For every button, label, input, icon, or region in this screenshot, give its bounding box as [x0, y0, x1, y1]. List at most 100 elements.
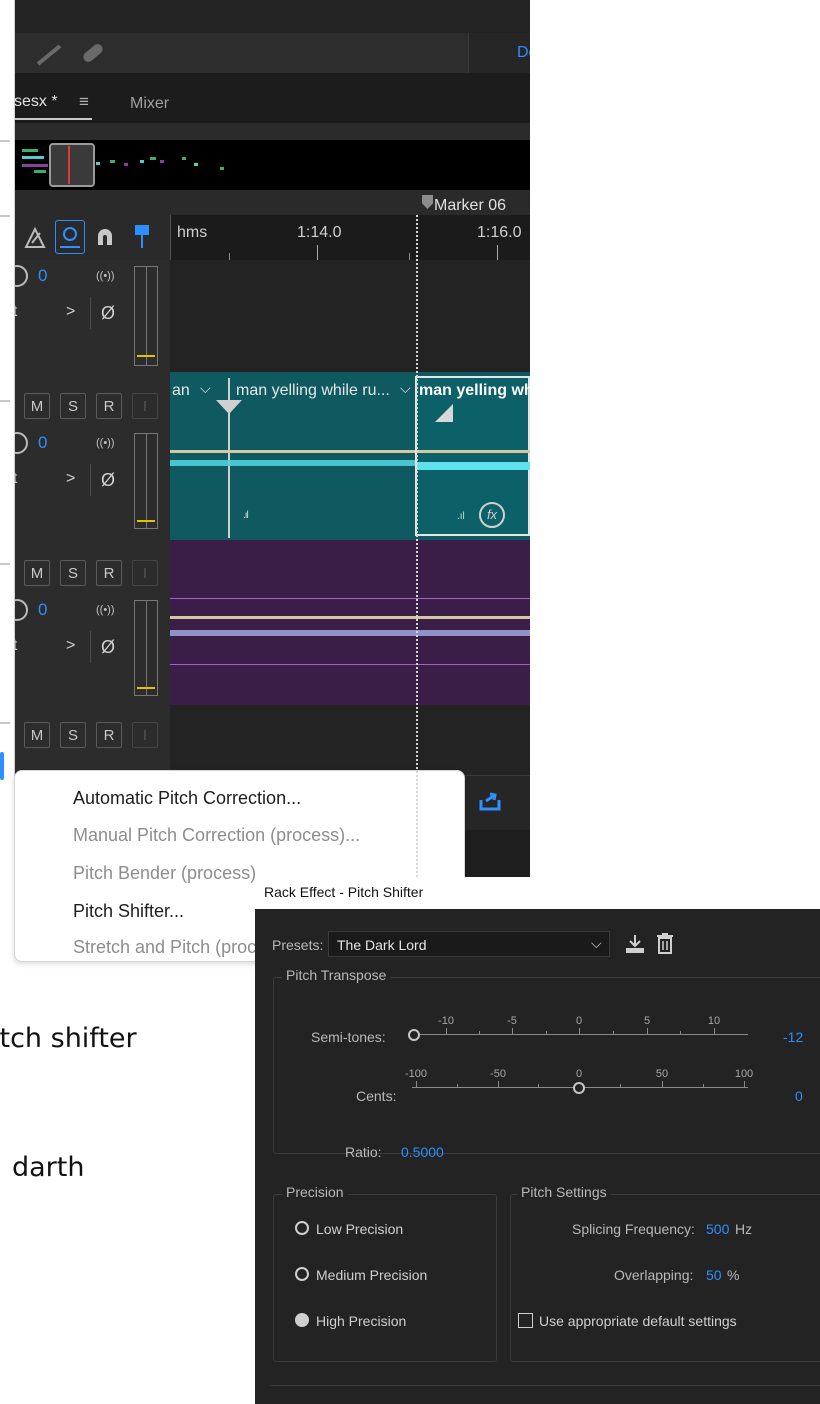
track-4-solo-button[interactable]: S	[60, 722, 86, 748]
timeline-ruler[interactable]: hms 1:14.0 1:16.0	[170, 215, 530, 260]
snap-magnet-icon[interactable]	[94, 227, 116, 249]
high-precision-option[interactable]: High Precision	[295, 1310, 485, 1332]
clip-a[interactable]: an ⌵	[170, 378, 226, 538]
semitones-value[interactable]: -12	[783, 1029, 803, 1045]
brush-icon[interactable]	[34, 44, 64, 66]
menu-item-pitch-shifter[interactable]: Pitch Shifter...	[73, 901, 184, 922]
track-1-lane[interactable]	[170, 260, 530, 374]
cents-tick-label: -50	[490, 1068, 506, 1080]
track-3-input-monitor-button[interactable]: I	[132, 560, 158, 586]
pitch-settings-title: Pitch Settings	[517, 1184, 611, 1200]
semitones-slider[interactable]: -10 -5 0 5 10	[408, 1015, 748, 1045]
dialog-titlebar[interactable]: Rack Effect - Pitch Shifter	[255, 877, 820, 909]
ruler-unit: hms	[177, 224, 208, 241]
medium-precision-radio[interactable]	[295, 1267, 309, 1281]
ratio-label: Ratio:	[345, 1144, 382, 1160]
default-settings-label: Use appropriate default settings	[539, 1313, 737, 1329]
track-2-solo-button[interactable]: S	[60, 393, 86, 419]
track-3-solo-button[interactable]: S	[60, 560, 86, 586]
track-4-mute-button[interactable]: M	[24, 722, 50, 748]
dialog-footer-divider	[270, 1385, 820, 1386]
cents-tick-label: 100	[734, 1068, 754, 1080]
splicing-frequency-unit: Hz	[735, 1221, 753, 1237]
track-2-record-button[interactable]: R	[96, 393, 122, 419]
presets-dropdown[interactable]: The Dark Lord ⌵	[328, 931, 610, 957]
track-3-phase-icon[interactable]: Ø	[101, 637, 115, 658]
loop-tool-button[interactable]	[55, 220, 85, 254]
clip-c-waveform	[417, 462, 530, 470]
track-3-volume-value[interactable]: 0	[38, 600, 47, 620]
clip-b-menu-chevron[interactable]: ⌵	[400, 380, 411, 397]
menu-item-automatic-pitch-correction[interactable]: Automatic Pitch Correction...	[73, 788, 301, 809]
track-3-mute-button[interactable]: M	[24, 560, 50, 586]
low-precision-label: Low Precision	[316, 1221, 404, 1237]
track-3-output-arrow[interactable]: >	[66, 637, 75, 655]
cents-slider-thumb[interactable]	[573, 1082, 585, 1094]
overlapping-unit: %	[727, 1267, 740, 1283]
high-precision-radio[interactable]	[295, 1313, 309, 1327]
cents-tick-label: 50	[655, 1068, 669, 1080]
playhead-line[interactable]	[416, 215, 418, 877]
clip-fx-badge[interactable]: fx	[479, 502, 505, 528]
healing-brush-icon[interactable]	[78, 40, 108, 66]
cents-value[interactable]: 0	[795, 1088, 803, 1104]
track-4-input-monitor-button[interactable]: I	[132, 722, 158, 748]
track-3-record-button[interactable]: R	[96, 560, 122, 586]
workspace-button[interactable]: Def	[468, 33, 530, 73]
track-1-volume-value[interactable]: 0	[38, 266, 47, 286]
presets-selected-value: The Dark Lord	[337, 937, 427, 953]
track-1-output-arrow[interactable]: >	[66, 303, 75, 321]
medium-precision-option[interactable]: Medium Precision	[295, 1264, 485, 1286]
semitones-label: Semi-tones:	[311, 1029, 386, 1045]
panel-menu-icon[interactable]: ≡	[79, 92, 89, 112]
save-preset-icon[interactable]	[624, 933, 646, 955]
default-settings-checkbox[interactable]	[518, 1313, 533, 1328]
export-icon[interactable]	[478, 790, 504, 812]
slide-text-line-2: darth	[12, 1152, 85, 1183]
metronome-icon[interactable]	[24, 226, 46, 250]
menu-item-pitch-bender[interactable]: Pitch Bender (process)	[73, 863, 256, 884]
ratio-value: 0.5000	[401, 1144, 444, 1160]
track-1-stereo-icon[interactable]: ((•))	[96, 270, 115, 282]
track-2-phase-icon[interactable]: Ø	[101, 470, 115, 491]
left-sidebar-panel	[0, 0, 15, 877]
overlapping-value[interactable]: 50	[706, 1267, 722, 1283]
tab-mixer[interactable]: Mixer	[130, 95, 169, 113]
sidebar-selection-indicator	[0, 752, 4, 780]
low-precision-option[interactable]: Low Precision	[295, 1218, 485, 1240]
clip-a-volume-icon[interactable]: .ıl	[243, 510, 249, 521]
track-2-volume-value[interactable]: 0	[38, 433, 47, 453]
clip-volume-envelope[interactable]	[170, 450, 416, 453]
track-2-output-arrow[interactable]: >	[66, 470, 75, 488]
clip-c-volume-icon[interactable]: .ıl	[457, 511, 465, 522]
cents-tick-label: 0	[575, 1068, 583, 1080]
low-precision-radio[interactable]	[295, 1221, 309, 1235]
clip-c-fade-icon[interactable]	[435, 404, 453, 422]
track-2-stereo-icon[interactable]: ((•))	[96, 437, 115, 449]
dialog-title: Rack Effect - Pitch Shifter	[264, 884, 424, 900]
clip-c-selected[interactable]: man yelling whil .ıl fx	[415, 376, 530, 536]
clip-a-menu-chevron[interactable]: ⌵	[200, 380, 211, 397]
track-3-lane[interactable]	[170, 540, 530, 707]
marker-tool-icon[interactable]	[134, 224, 150, 250]
track-2-mute-button[interactable]: M	[24, 393, 50, 419]
track-3-stereo-icon[interactable]: ((•))	[96, 604, 115, 616]
session-overview[interactable]	[14, 140, 530, 190]
pitch-transpose-title: Pitch Transpose	[282, 967, 391, 983]
marker-label[interactable]: Marker 06	[434, 197, 506, 215]
semitones-tick-label: 5	[643, 1015, 651, 1027]
track-1-phase-icon[interactable]: Ø	[101, 303, 115, 324]
delete-preset-icon[interactable]	[656, 932, 674, 954]
cents-slider[interactable]: -100 -50 0 50 100	[405, 1068, 753, 1098]
tab-session[interactable]: sesx *	[14, 93, 58, 111]
menu-item-manual-pitch-correction[interactable]: Manual Pitch Correction (process)...	[73, 825, 360, 846]
track-2-input-monitor-button[interactable]: I	[132, 393, 158, 419]
splicing-frequency-value[interactable]: 500	[706, 1221, 729, 1237]
tab-strip	[14, 73, 530, 123]
cents-label: Cents:	[356, 1088, 397, 1104]
chevron-down-icon: ⌵	[591, 935, 602, 951]
workspace-label: Def	[517, 44, 530, 61]
semitones-slider-thumb[interactable]	[408, 1029, 420, 1041]
track-4-record-button[interactable]: R	[96, 722, 122, 748]
default-settings-option[interactable]: Use appropriate default settings	[518, 1311, 818, 1331]
